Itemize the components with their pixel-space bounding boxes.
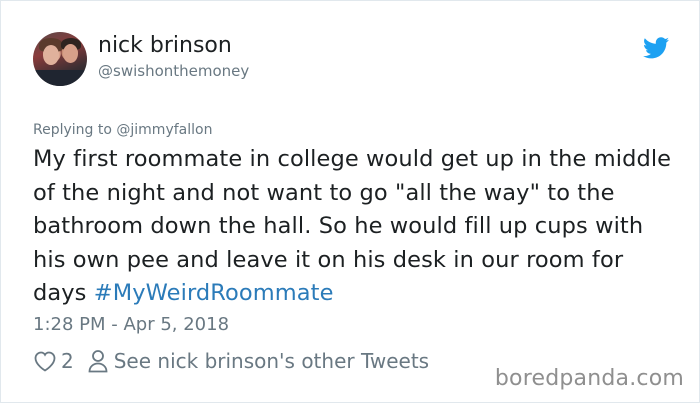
replying-to: Replying to @jimmyfallon bbox=[33, 120, 212, 140]
user-icon bbox=[88, 350, 108, 373]
author-handle[interactable]: @swishonthemoney bbox=[98, 61, 249, 81]
like-count[interactable]: 2 bbox=[61, 348, 74, 374]
watermark: boredpanda.com bbox=[494, 366, 684, 391]
replying-prefix: Replying to bbox=[33, 122, 117, 138]
hashtag-link[interactable]: #MyWeirdRoommate bbox=[94, 280, 334, 306]
avatar-face-right bbox=[63, 44, 78, 63]
timestamp[interactable]: 1:28 PM - Apr 5, 2018 bbox=[33, 313, 229, 337]
author-name[interactable]: nick brinson bbox=[98, 32, 232, 60]
tweet-card: nick brinson @swishonthemoney Replying t… bbox=[0, 0, 700, 403]
replying-to-link[interactable]: @jimmyfallon bbox=[116, 122, 212, 138]
heart-icon[interactable] bbox=[33, 350, 57, 372]
avatar[interactable] bbox=[33, 32, 87, 86]
tweet-actions: 2 See nick brinson's other Tweets bbox=[33, 348, 429, 374]
avatar-face-left bbox=[43, 45, 59, 65]
avatar-shirt bbox=[33, 70, 87, 86]
tweet-text: My first roommate in college would get u… bbox=[33, 143, 678, 311]
other-tweets-link[interactable]: See nick brinson's other Tweets bbox=[114, 348, 429, 374]
twitter-bird-icon[interactable] bbox=[643, 37, 669, 59]
